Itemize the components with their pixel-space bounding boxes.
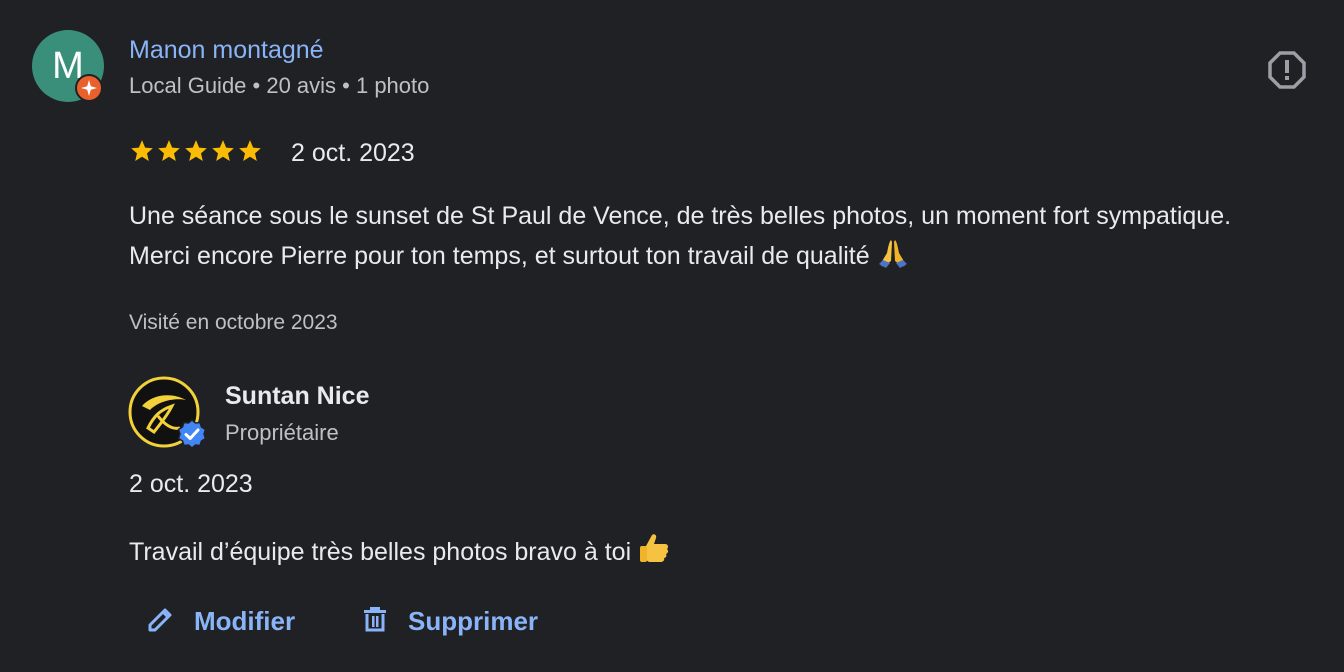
review-date: 2 oct. 2023: [291, 139, 415, 167]
local-guide-badge-icon: [75, 74, 103, 102]
edit-reply-button[interactable]: Modifier: [146, 600, 295, 642]
thumbs-up-icon: [637, 532, 671, 573]
delete-label: Supprimer: [408, 605, 539, 636]
reviewer-name[interactable]: Manon montagné: [129, 36, 324, 65]
reply-date: 2 oct. 2023: [129, 470, 253, 498]
star-icon: [212, 140, 234, 161]
star-icon: [185, 140, 207, 161]
reply-text: Travail d’équipe très belles photos brav…: [129, 532, 671, 573]
pencil-icon: [146, 604, 176, 639]
folded-hands-icon: [876, 236, 910, 282]
owner-role: Propriétaire: [225, 420, 339, 445]
review-card: M Manon montagné Local Guide • 20 avis •…: [0, 0, 1344, 672]
star-icon: [158, 140, 180, 161]
reviewer-meta: Local Guide • 20 avis • 1 photo: [129, 73, 430, 98]
verified-check-icon: [176, 418, 208, 450]
reply-text-content: Travail d’équipe très belles photos brav…: [129, 538, 632, 566]
report-flag-icon[interactable]: [1268, 51, 1306, 89]
review-text-content: Une séance sous le sunset de St Paul de …: [129, 202, 1232, 270]
review-text: Une séance sous le sunset de St Paul de …: [129, 196, 1249, 282]
rating-stars: [129, 138, 263, 166]
trash-icon: [360, 604, 390, 639]
delete-reply-button[interactable]: Supprimer: [360, 600, 538, 642]
star-icon: [239, 140, 261, 161]
visit-info: Visité en octobre 2023: [129, 311, 338, 334]
star-icon: [131, 140, 153, 161]
owner-name[interactable]: Suntan Nice: [225, 382, 369, 411]
edit-label: Modifier: [194, 605, 296, 636]
